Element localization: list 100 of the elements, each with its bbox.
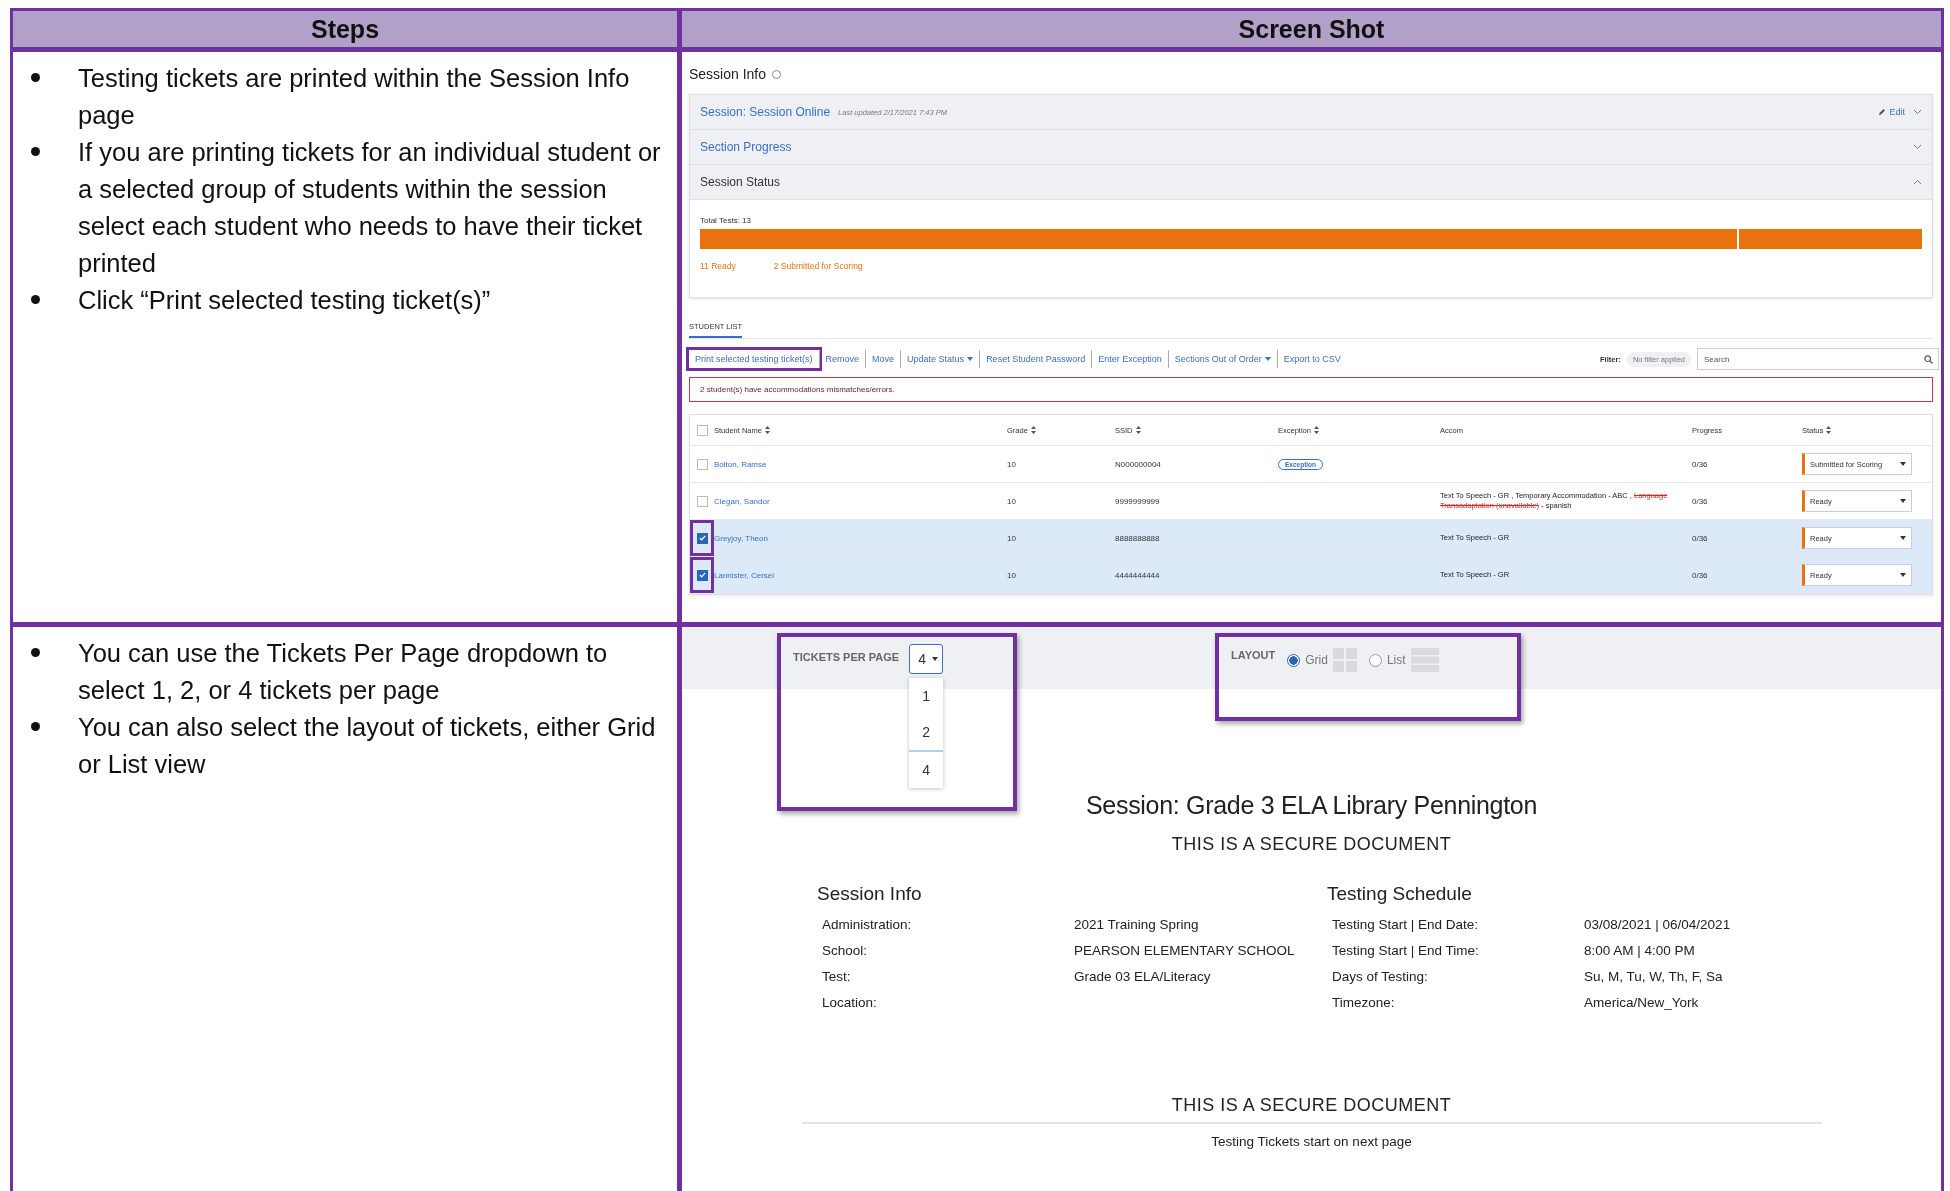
column-header: Screen Shot [682,11,1941,47]
tickets-per-page-dropdown[interactable]: 4 [909,644,944,674]
field-value: PEARSON ELEMENTARY SCHOOL [1074,942,1296,958]
field-value: Su, M, Tu, W, Th, F, Sa [1584,968,1724,984]
pencil-icon [1878,108,1887,116]
chevron-down-icon[interactable] [1913,109,1922,115]
toolbar-link[interactable]: Export to CSV [1276,350,1347,368]
field-label: Testing Start | End Date: [1332,916,1480,932]
checkbox[interactable] [696,495,708,507]
sort-icon[interactable] [1030,426,1036,434]
table-cell: 9999999999 [1115,496,1160,506]
toolbar-link[interactable]: Sections Out of Order [1167,350,1277,368]
bullet-icon [31,295,40,304]
field-value: 2021 Training Spring [1074,916,1200,932]
table-cell: 10 [1007,533,1016,543]
tickets-per-page-label: TICKETS PER PAGE [793,650,900,663]
caret-icon [1264,357,1271,361]
total-tests-text: Total Tests: 13 [700,216,752,225]
radio-button[interactable] [1368,653,1382,667]
student-name-link[interactable]: Clegan, Sandor [714,496,770,506]
student-name-link[interactable]: Bolton, Ramse [714,459,767,469]
table-cell: 4444444444 [1115,570,1160,580]
table-cell: N000000004 [1115,459,1161,469]
section-heading: Testing Schedule [1327,883,1473,905]
field-label: Timezone: [1332,994,1396,1010]
table-cell: 0/36 [1692,496,1708,506]
panel-title: Section Progress [700,140,792,154]
table-cell: 0/36 [1692,459,1708,469]
column-header: Steps [13,11,677,47]
student-name-link[interactable]: Lannister, Cersei [714,570,775,580]
toolbar-link[interactable]: Update Status [900,350,980,368]
checkbox[interactable] [696,569,708,581]
caret-icon [1900,536,1906,540]
table-cell: 10 [1007,570,1016,580]
field-value: America/New_York [1584,994,1700,1010]
footer-note: Testing Tickets start on next page [1211,1134,1412,1149]
table-cell: 10 [1007,496,1016,506]
step-text: Testing tickets are printed within the Session Info page [78,63,631,131]
bullet-icon [31,147,40,156]
step-text: You can use the Tickets Per Page dropdown to select 1, 2, or 4 tickets per page [78,638,609,706]
edit-link[interactable]: Edit [1878,107,1905,117]
toolbar-link[interactable]: Move [865,350,901,368]
radio-label: Grid [1305,653,1328,667]
dropdown-option[interactable]: 1 [909,678,944,714]
legend-text: 11 Ready [700,261,736,271]
field-label: Administration: [822,916,913,932]
sort-icon[interactable] [764,426,770,434]
checkbox[interactable] [696,458,708,470]
field-label: Test: [822,968,852,984]
dropdown-option[interactable]: 2 [909,714,944,750]
table-cell: 10 [1007,459,1016,469]
chevron-up-icon[interactable] [1913,179,1922,185]
caret-icon [931,657,938,661]
panel-title: Session: Session Online [700,105,831,119]
chevron-down-icon[interactable] [1913,144,1922,150]
sort-icon[interactable] [1313,426,1319,434]
field-value: 8:00 AM | 4:00 PM [1584,942,1696,958]
student-name-link[interactable]: Greyjoy, Theon [714,533,768,543]
bullet-icon [31,648,40,657]
secure-notice: THIS IS A SECURE DOCUMENT [1171,834,1452,855]
toolbar-link[interactable]: Remove [818,350,866,368]
table-cell: 8888888888 [1115,533,1160,543]
sort-icon[interactable] [1826,426,1832,434]
secure-notice: THIS IS A SECURE DOCUMENT [1171,1095,1452,1116]
checkbox[interactable] [696,532,708,544]
field-label: School: [822,942,869,958]
legend-text: 2 Submitted for Scoring [773,261,863,271]
panel-header[interactable]: Session Status [690,165,1932,200]
step-text: Click “Print selected testing ticket(s)” [78,285,491,316]
layout-label: LAYOUT [1231,648,1276,661]
radio-button[interactable] [1287,653,1301,667]
toolbar-link[interactable]: Enter Exception [1091,350,1168,368]
caret-icon [1900,573,1906,577]
checkbox[interactable] [696,424,708,436]
dropdown-option[interactable]: 4 [909,750,944,788]
caret-icon [1900,462,1906,466]
panel-header[interactable]: Section Progress [690,130,1932,165]
table-cell: 0/36 [1692,533,1708,543]
caret-icon [1900,499,1906,503]
step-text: You can also select the layout of tickets, either Grid or List view [78,712,657,780]
table-cell: 0/36 [1692,570,1708,580]
radio-label: List [1386,653,1406,667]
search-field[interactable]: Search [1697,348,1939,370]
sort-icon[interactable] [1135,426,1141,434]
field-label: Location: [822,994,878,1010]
caret-icon [967,357,974,361]
bullet-icon [31,73,40,82]
session-info-title: Session Info [689,66,767,82]
field-value: 03/08/2021 | 06/04/2021 [1584,916,1732,932]
field-label: Days of Testing: [1332,968,1429,984]
step-text: If you are printing tickets for an individual student or a selected group of students within the session select each student who needs to have their ticket printed [78,137,662,279]
document-title: Session: Grade 3 ELA Library Pennington [1085,791,1538,820]
section-heading: Session Info [817,883,923,905]
toolbar-link[interactable]: Print selected testing ticket(s) [689,350,819,368]
bullet-icon [31,722,40,731]
toolbar-link[interactable]: Reset Student Password [979,350,1092,368]
field-value: Grade 03 ELA/Literacy [1074,968,1212,984]
alert-message: 2 student(s) have accommodations mismatches/errors. [689,377,1933,402]
panel-title: Session Status [700,175,781,189]
field-label: Testing Start | End Time: [1332,942,1480,958]
